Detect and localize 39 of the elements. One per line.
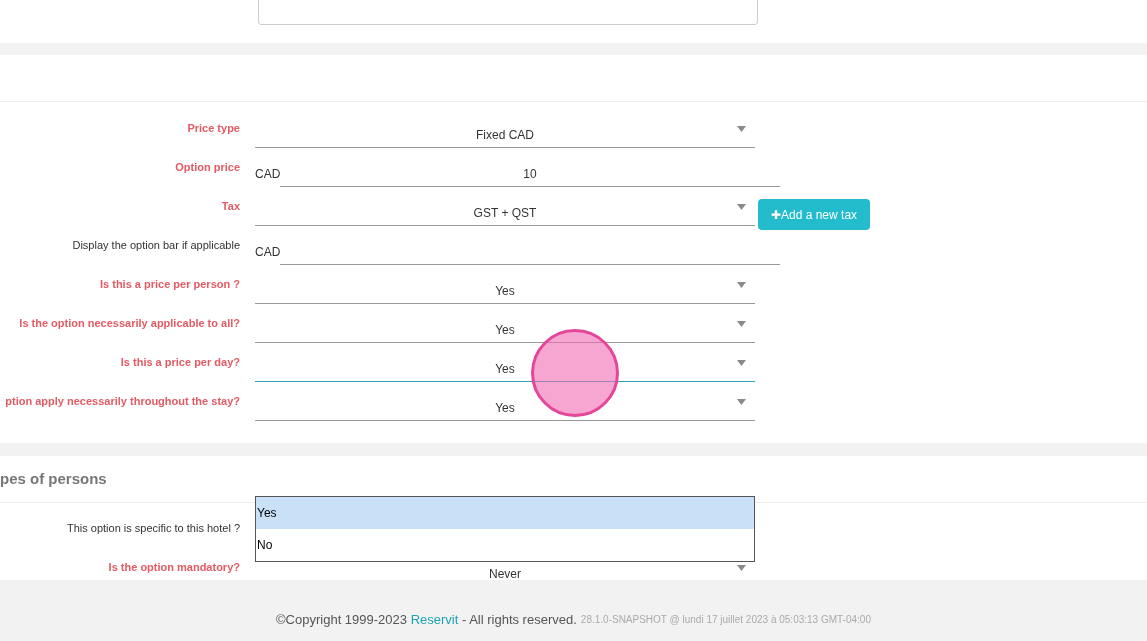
caret-icon [737, 321, 746, 327]
field-label: Is the option necessarily applicable to all? [19, 316, 240, 330]
select-value: Yes [495, 401, 515, 415]
select-field[interactable]: Yes [255, 304, 755, 343]
caret-icon [737, 126, 746, 132]
field-label: Option price [175, 160, 240, 174]
select-field[interactable]: Yes [255, 265, 755, 304]
select-value: Yes [495, 362, 515, 376]
select-field[interactable]: GST + QST [255, 187, 755, 226]
input-field[interactable]: 10 [280, 148, 780, 187]
dropdown-option[interactable]: Yes [256, 497, 754, 529]
copyright-text: ©Copyright 1999-2023 Reservit - All rights reserved. [276, 610, 577, 629]
select-value: Never [489, 567, 521, 580]
select-value: Fixed CAD [476, 128, 534, 142]
field-label: Price type [187, 121, 240, 135]
currency-prefix: CAD [255, 166, 280, 181]
field-label: Is the option mandatory? [108, 560, 240, 574]
field-label: Tax [221, 199, 240, 213]
currency-prefix: CAD [255, 244, 280, 259]
select-field[interactable]: Yes [255, 343, 755, 382]
input-value: 10 [523, 167, 537, 181]
caret-icon [737, 282, 746, 288]
field-label: Is this a price per person ? [100, 277, 240, 291]
caret-icon [737, 204, 746, 210]
select-value: GST + QST [473, 206, 537, 220]
textarea-field[interactable] [258, 0, 758, 25]
section-title: pes of persons [0, 468, 107, 489]
caret-icon [737, 399, 746, 405]
select-value: Yes [495, 284, 515, 298]
caret-icon [737, 565, 746, 571]
field-label: Display the option bar if applicable [72, 238, 240, 252]
field-label: ption apply necessarily throughout the stay? [5, 394, 240, 408]
select-field[interactable]: Fixed CAD [255, 109, 755, 148]
select-field[interactable]: Yes [255, 382, 755, 421]
caret-icon [737, 360, 746, 366]
select-value: Yes [495, 323, 515, 337]
field-label: Is this a price per day? [120, 355, 240, 369]
version-text: 28.1.0-SNAPSHOT @ lundi 17 juillet 2023 à 05:03:13 GMT-04:00 [580, 613, 871, 627]
field-label: This option is specific to this hotel ? [66, 521, 240, 535]
